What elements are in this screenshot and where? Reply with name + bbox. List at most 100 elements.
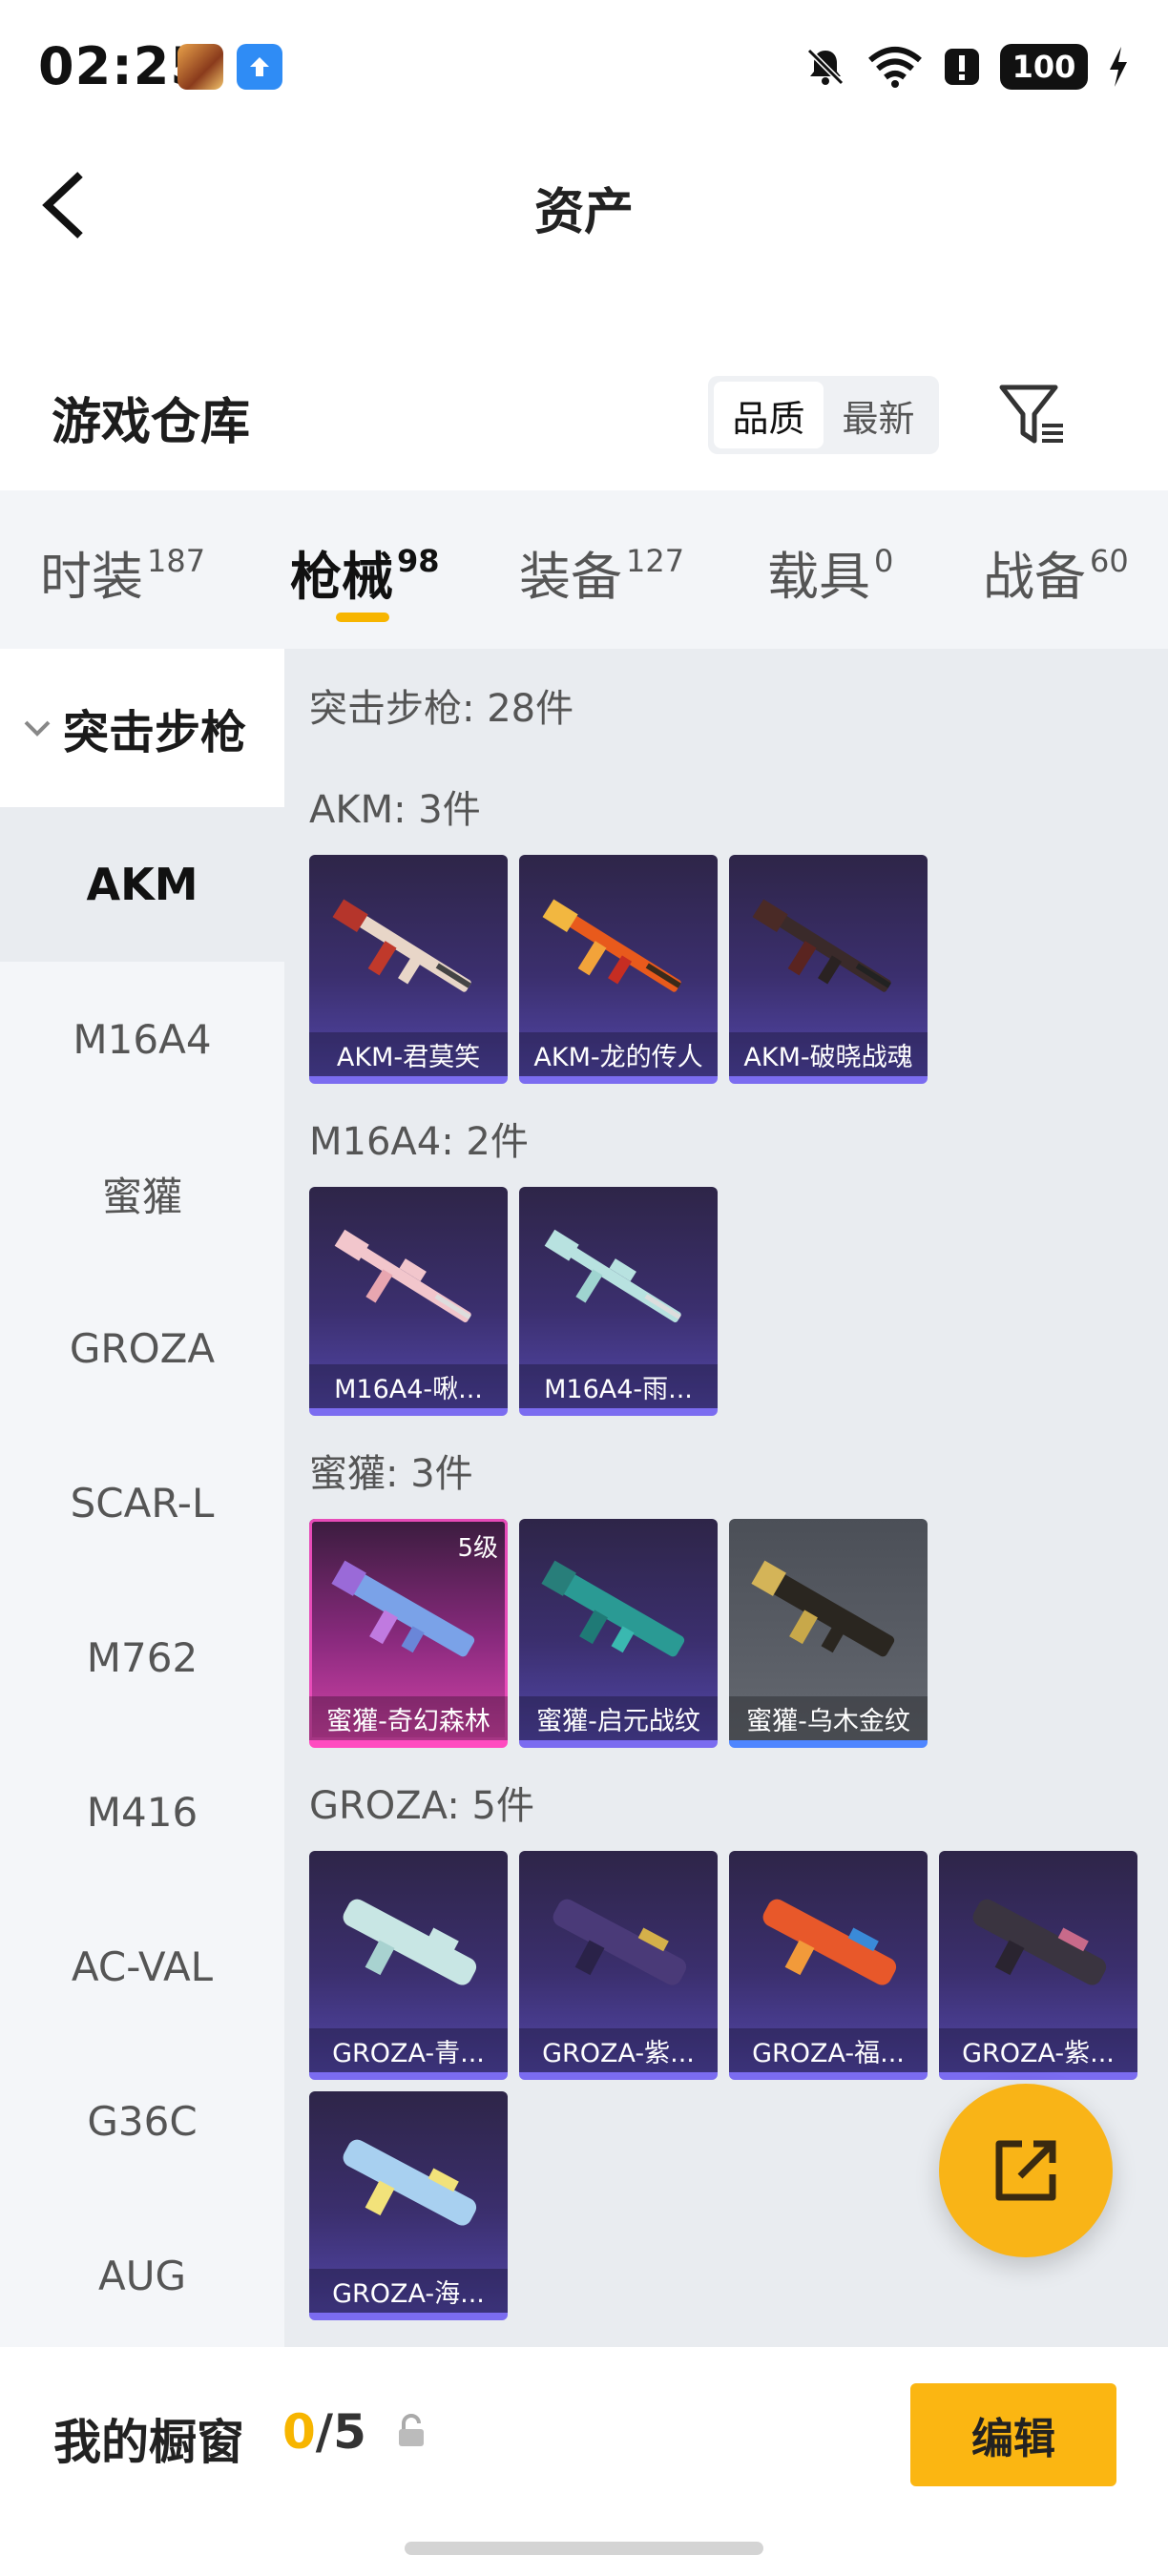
sidebar-item-ac-val[interactable]: AC-VAL: [0, 1889, 284, 2044]
skin-name: GROZA-海...: [309, 2269, 508, 2313]
category-summary: 突击步枪: 28件: [309, 687, 574, 731]
skin-card[interactable]: GROZA-紫...: [939, 1851, 1137, 2080]
skin-name: AKM-破晓战魂: [729, 1032, 928, 1076]
rifle-skin-image: [331, 1560, 475, 1657]
sidebar-item-m762[interactable]: M762: [0, 1580, 284, 1735]
rifle-skin-image: [544, 1229, 681, 1323]
tab-vehicles[interactable]: 载具 0: [767, 534, 893, 610]
skin-name: AKM-龙的传人: [519, 1032, 718, 1076]
skin-name: 蜜獾-奇幻森林: [309, 1696, 508, 1740]
level-badge: 5级: [457, 1534, 498, 1563]
skin-card[interactable]: 5级 蜜獾-奇幻森林: [309, 1519, 508, 1748]
tab-fashion[interactable]: 时装 187: [40, 534, 205, 610]
tab-count: 60: [1090, 543, 1129, 579]
page-title: 资产: [533, 184, 634, 241]
charging-icon: [1110, 47, 1127, 87]
skin-card[interactable]: AKM-君莫笑: [309, 855, 508, 1084]
share-out-icon: [995, 2140, 1056, 2201]
sidebar-item-groza[interactable]: GROZA: [0, 1271, 284, 1425]
tab-count: 187: [147, 543, 206, 579]
showcase-title: 我的橱窗: [53, 2415, 244, 2470]
skin-card[interactable]: GROZA-青...: [309, 1851, 508, 2080]
tab-count: 127: [626, 543, 685, 579]
sidebar-item-honey-badger[interactable]: 蜜獾: [0, 1116, 284, 1271]
skin-card[interactable]: 蜜獾-乌木金纹: [729, 1519, 928, 1748]
sidebar-item-m416[interactable]: M416: [0, 1735, 284, 1889]
showcase-total: 5: [333, 2404, 366, 2460]
sidebar-item-aug[interactable]: AUG: [0, 2198, 284, 2353]
sort-by-quality[interactable]: 品质: [714, 382, 824, 448]
upload-app-icon: [237, 44, 282, 90]
filter-icon: [999, 384, 1063, 444]
active-tab-indicator: [336, 613, 389, 622]
chevron-down-icon: [24, 720, 51, 737]
section-title: 游戏仓库: [52, 394, 251, 451]
showcase-used: 0: [282, 2404, 316, 2460]
tab-label: 装备: [519, 547, 622, 607]
skin-name: 蜜獾-乌木金纹: [729, 1696, 928, 1740]
rifle-skin-image: [343, 1899, 477, 1985]
weapon-sidebar: 突击步枪 AKM M16A4 蜜獾 GROZA SCAR-L M762 M416…: [0, 649, 284, 2347]
rifle-skin-image: [343, 2139, 477, 2226]
skin-card[interactable]: M16A4-啾...: [309, 1187, 508, 1416]
sort-by-newest[interactable]: 最新: [824, 382, 933, 448]
sidebar-group-assault-rifles[interactable]: 突击步枪: [0, 649, 284, 807]
status-bar: 02:25 100: [0, 0, 1168, 134]
showcase-separator: /: [315, 2404, 334, 2460]
rifle-skin-image: [751, 1560, 895, 1657]
skin-name: GROZA-紫...: [519, 2028, 718, 2072]
sidebar-item-m16a4[interactable]: M16A4: [0, 962, 284, 1116]
skin-card[interactable]: GROZA-海...: [309, 2091, 508, 2320]
skin-card[interactable]: GROZA-福...: [729, 1851, 928, 2080]
sidebar-item-g36c[interactable]: G36C: [0, 2044, 284, 2198]
rifle-skin-image: [553, 1899, 687, 1985]
home-indicator[interactable]: [405, 2542, 763, 2555]
skin-name: GROZA-紫...: [939, 2028, 1137, 2072]
tab-label: 枪械: [290, 547, 393, 607]
skin-name: GROZA-青...: [309, 2028, 508, 2072]
edit-button[interactable]: 编辑: [910, 2383, 1116, 2486]
rifle-skin-image: [334, 1229, 471, 1323]
group-label-groza: GROZA: 5件: [309, 1784, 534, 1828]
battery-indicator: 100: [1000, 44, 1088, 90]
rifle-skin-image: [762, 1899, 897, 1985]
status-icons: 100: [803, 42, 1130, 92]
skin-card[interactable]: AKM-破晓战魂: [729, 855, 928, 1084]
wifi-icon: [868, 47, 922, 88]
skin-card[interactable]: M16A4-雨...: [519, 1187, 718, 1416]
category-tabs: 时装 187 枪械 98 装备 127 载具 0 战备 60: [0, 490, 1168, 649]
sidebar-group-label: 突击步枪: [63, 706, 247, 759]
rifle-skin-image: [972, 1899, 1107, 1985]
tab-label: 战备: [983, 547, 1086, 607]
skin-name: M16A4-啾...: [309, 1364, 508, 1408]
tab-label: 时装: [40, 547, 143, 607]
filter-button[interactable]: [996, 382, 1069, 448]
tab-firearms[interactable]: 枪械 98: [290, 534, 440, 610]
rifle-skin-image: [541, 1560, 685, 1657]
group-label-m16a4: M16A4: 2件: [309, 1120, 529, 1164]
group-label-akm: AKM: 3件: [309, 788, 481, 832]
game-app-icon: [177, 44, 223, 90]
skin-name: M16A4-雨...: [519, 1364, 718, 1408]
sort-toggle: 品质 最新: [708, 376, 939, 454]
lock-icon: [399, 2414, 424, 2446]
skin-name: GROZA-福...: [729, 2028, 928, 2072]
rifle-skin-image: [752, 899, 891, 992]
tab-count: 98: [397, 543, 440, 579]
mute-bell-icon: [806, 48, 845, 86]
sidebar-item-akm[interactable]: AKM: [0, 807, 284, 962]
skin-card[interactable]: GROZA-紫...: [519, 1851, 718, 2080]
tab-equipment[interactable]: 装备 127: [519, 534, 684, 610]
skin-name: 蜜獾-启元战纹: [519, 1696, 718, 1740]
skin-name: AKM-君莫笑: [309, 1032, 508, 1076]
skin-card[interactable]: AKM-龙的传人: [519, 855, 718, 1084]
share-fab-button[interactable]: [939, 2084, 1113, 2257]
rifle-skin-image: [542, 899, 681, 992]
sidebar-item-scar-l[interactable]: SCAR-L: [0, 1425, 284, 1580]
showcase-count: 0/5: [282, 2404, 366, 2460]
tab-supplies[interactable]: 战备 60: [983, 534, 1129, 610]
group-label-honey-badger: 蜜獾: 3件: [309, 1452, 473, 1496]
skin-card[interactable]: 蜜獾-启元战纹: [519, 1519, 718, 1748]
tab-label: 载具: [767, 547, 870, 607]
tab-count: 0: [874, 543, 894, 579]
